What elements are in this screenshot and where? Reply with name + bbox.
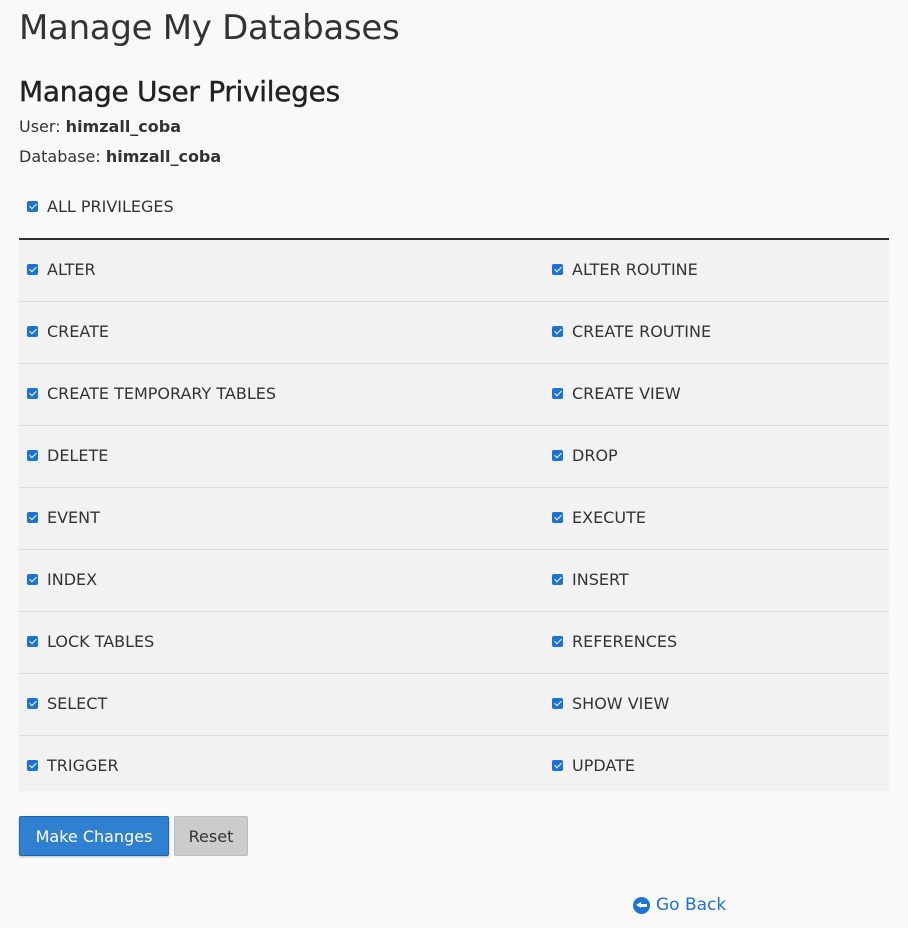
privilege-checkbox[interactable]: [27, 264, 38, 275]
circle-arrow-left-icon: [633, 896, 650, 914]
privilege-label: ALTER ROUTINE: [572, 260, 698, 279]
reset-button[interactable]: Reset: [174, 816, 248, 856]
privilege-label: EXECUTE: [572, 508, 646, 527]
privilege-label: ALTER: [47, 260, 96, 279]
privilege-label: TRIGGER: [47, 756, 119, 775]
privilege-checkbox[interactable]: [552, 450, 563, 461]
all-privileges-label: ALL PRIVILEGES: [47, 197, 174, 216]
privileges-table: ALTER ALTER ROUTINE CREATE CREATE ROUTINE CR…: [19, 238, 889, 791]
privilege-row: ALTER ALTER ROUTINE: [19, 240, 889, 302]
privilege-label: SELECT: [47, 694, 108, 713]
go-back-link[interactable]: Go Back: [633, 893, 726, 917]
privilege-checkbox[interactable]: [27, 574, 38, 585]
database-label: Database:: [19, 147, 101, 166]
privilege-label: UPDATE: [572, 756, 635, 775]
privilege-checkbox[interactable]: [552, 388, 563, 399]
privilege-label: DELETE: [47, 446, 109, 465]
privilege-row: CREATE TEMPORARY TABLES CREATE VIEW: [19, 364, 889, 426]
privilege-row: LOCK TABLES REFERENCES: [19, 612, 889, 674]
privilege-checkbox[interactable]: [552, 636, 563, 647]
privilege-checkbox[interactable]: [27, 450, 38, 461]
user-value: himzall_coba: [65, 117, 182, 136]
privilege-checkbox[interactable]: [552, 760, 563, 771]
privilege-checkbox[interactable]: [27, 326, 38, 337]
database-info: Database: himzall_coba: [19, 146, 221, 168]
privilege-checkbox[interactable]: [27, 760, 38, 771]
privilege-row: INDEX INSERT: [19, 550, 889, 612]
privilege-label: INDEX: [47, 570, 98, 589]
all-privileges-checkbox[interactable]: [27, 201, 38, 212]
privilege-label: INSERT: [572, 570, 629, 589]
privilege-label: CREATE ROUTINE: [572, 322, 712, 341]
page-title: Manage My Databases: [19, 8, 400, 48]
privilege-checkbox[interactable]: [27, 698, 38, 709]
go-back-label[interactable]: Go Back: [656, 894, 726, 916]
privilege-checkbox[interactable]: [552, 698, 563, 709]
user-label: User:: [19, 117, 61, 136]
make-changes-button[interactable]: Make Changes: [19, 816, 169, 856]
privilege-row: DELETE DROP: [19, 426, 889, 488]
privilege-label: SHOW VIEW: [572, 694, 670, 713]
privilege-label: CREATE: [47, 322, 109, 341]
privilege-row: SELECT SHOW VIEW: [19, 674, 889, 736]
privilege-checkbox[interactable]: [27, 512, 38, 523]
privilege-checkbox[interactable]: [552, 512, 563, 523]
user-info: User: himzall_coba: [19, 116, 181, 138]
section-title: Manage User Privileges: [19, 75, 341, 108]
privilege-label: REFERENCES: [572, 632, 678, 651]
privilege-label: DROP: [572, 446, 618, 465]
privilege-label: CREATE TEMPORARY TABLES: [47, 384, 276, 403]
privilege-checkbox[interactable]: [552, 326, 563, 337]
privilege-checkbox[interactable]: [27, 388, 38, 399]
privilege-row: CREATE CREATE ROUTINE: [19, 302, 889, 364]
privilege-row: EVENT EXECUTE: [19, 488, 889, 550]
privilege-label: CREATE VIEW: [572, 384, 681, 403]
privilege-checkbox[interactable]: [552, 264, 563, 275]
privilege-checkbox[interactable]: [552, 574, 563, 585]
privilege-label: EVENT: [47, 508, 100, 527]
database-value: himzall_coba: [105, 147, 222, 166]
privilege-checkbox[interactable]: [27, 636, 38, 647]
privilege-label: LOCK TABLES: [47, 632, 155, 651]
privilege-row: TRIGGER UPDATE: [19, 736, 889, 791]
